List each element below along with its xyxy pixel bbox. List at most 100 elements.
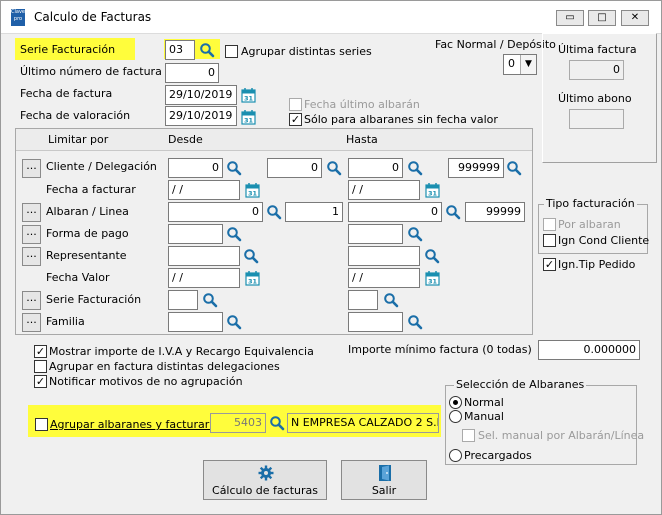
albaran-ellipsis-button[interactable]: ... (22, 203, 41, 222)
familia-label: Familia (46, 315, 85, 328)
linea-hasta-input[interactable]: 99999 (465, 202, 525, 222)
fecha-valoracion-calendar-icon[interactable] (241, 109, 256, 125)
representante-hasta-search-icon[interactable] (424, 248, 440, 264)
sel-manual-label: Sel. manual por Albarán/Línea (478, 429, 645, 442)
notificar-motivos-checkbox[interactable]: ✓ (34, 375, 47, 388)
window-title: Calculo de Facturas (34, 10, 152, 24)
notificar-motivos-label: Notificar motivos de no agrupación (49, 375, 243, 388)
agrupar-delegaciones-checkbox[interactable] (34, 360, 47, 373)
fecha-ultimo-albaran-checkbox[interactable] (289, 98, 302, 111)
cliente-desde-input[interactable]: 0 (168, 158, 223, 178)
fecha-facturar-hasta-calendar-icon[interactable] (425, 182, 440, 198)
fecha-factura-calendar-icon[interactable] (241, 87, 256, 103)
representante-ellipsis-button[interactable]: ... (22, 247, 41, 266)
serie-desde-input[interactable] (168, 290, 198, 310)
fecha-facturar-hasta-input[interactable]: / / (348, 180, 420, 200)
cliente-desde-search-icon[interactable] (226, 160, 242, 176)
salir-label: Salir (371, 484, 397, 497)
fecha-valor-desde-calendar-icon[interactable] (245, 270, 260, 286)
cliente-hasta-delegacion-search-icon[interactable] (506, 160, 522, 176)
ultimo-numero-input[interactable]: 0 (165, 63, 219, 83)
solo-albaranes-checkbox[interactable]: ✓ (289, 113, 302, 126)
serie-ellipsis-button[interactable]: ... (22, 291, 41, 310)
solo-albaranes-label: Sólo para albaranes sin fecha valor (304, 113, 498, 126)
cliente-desde-delegacion-input[interactable]: 0 (267, 158, 322, 178)
fecha-facturar-desde-input[interactable]: / / (168, 180, 240, 200)
serie-desde-search-icon[interactable] (202, 292, 218, 308)
albaran-hasta-search-icon[interactable] (445, 204, 461, 220)
fecha-facturar-desde-calendar-icon[interactable] (245, 182, 260, 198)
linea-desde-input[interactable]: 1 (285, 202, 343, 222)
fecha-factura-input[interactable]: 29/10/2019 (165, 85, 237, 105)
importe-minimo-label: Importe mínimo factura (0 todas) (348, 343, 532, 356)
fecha-valoracion-input[interactable]: 29/10/2019 (165, 106, 237, 126)
fecha-valoracion-label: Fecha de valoración (20, 109, 131, 122)
ultima-factura-label: Última factura (558, 43, 637, 56)
fecha-facturar-label: Fecha a facturar (46, 183, 136, 196)
agrupar-search-icon[interactable] (269, 415, 285, 431)
forma-pago-hasta-search-icon[interactable] (407, 226, 423, 242)
limits-serie-label: Serie Facturación (46, 293, 142, 306)
cliente-hasta-input[interactable]: 0 (348, 158, 403, 178)
fac-normal-deposito-label: Fac Normal / Depósito (435, 38, 556, 51)
representante-label: Representante (46, 249, 127, 262)
albaran-desde-input[interactable]: 0 (168, 202, 263, 222)
serie-hasta-search-icon[interactable] (383, 292, 399, 308)
familia-ellipsis-button[interactable]: ... (22, 313, 41, 332)
salir-button[interactable]: Salir (341, 460, 427, 500)
forma-pago-ellipsis-button[interactable]: ... (22, 225, 41, 244)
mostrar-iva-checkbox[interactable]: ✓ (34, 345, 47, 358)
precargados-radio[interactable] (449, 449, 462, 462)
ign-tip-pedido-checkbox[interactable]: ✓ (543, 258, 556, 271)
sel-manual-checkbox[interactable] (462, 429, 475, 442)
por-albaran-checkbox[interactable] (543, 218, 556, 231)
serie-search-icon[interactable] (199, 42, 215, 58)
cliente-hasta-search-icon[interactable] (407, 160, 423, 176)
cliente-desde-delegacion-search-icon[interactable] (326, 160, 342, 176)
cliente-ellipsis-button[interactable]: ... (22, 159, 41, 178)
fecha-valor-desde-input[interactable]: / / (168, 268, 240, 288)
albaran-label: Albaran / Linea (46, 205, 129, 218)
albaran-desde-search-icon[interactable] (266, 204, 282, 220)
precargados-label: Precargados (464, 449, 532, 462)
familia-desde-input[interactable] (168, 312, 223, 332)
manual-radio[interactable] (449, 410, 462, 423)
calculo-facturas-window: Clave pro Calculo de Facturas ▭ □ ✕ Seri… (0, 0, 662, 515)
col-desde: Desde (168, 133, 203, 146)
fac-normal-select[interactable]: 0 ▼ (503, 54, 537, 75)
chevron-down-icon[interactable]: ▼ (520, 55, 536, 74)
forma-pago-desde-input[interactable] (168, 224, 223, 244)
ultima-factura-value: 0 (569, 60, 624, 80)
serie-facturacion-label: Serie Facturación (20, 43, 116, 56)
representante-hasta-input[interactable] (348, 246, 420, 266)
fecha-valor-hasta-input[interactable]: / / (348, 268, 420, 288)
close-button[interactable]: ✕ (621, 10, 649, 26)
serie-facturacion-input[interactable]: 03 (165, 40, 195, 60)
agrupar-empresa-field: N EMPRESA CALZADO 2 S.L. (287, 413, 439, 433)
maximize-button[interactable]: □ (588, 10, 616, 26)
familia-hasta-input[interactable] (348, 312, 403, 332)
normal-radio[interactable] (449, 396, 462, 409)
fecha-valor-hasta-calendar-icon[interactable] (425, 270, 440, 286)
ign-tip-pedido-label: Ign.Tip Pedido (558, 258, 636, 271)
familia-desde-search-icon[interactable] (226, 314, 242, 330)
fac-normal-value: 0 (508, 57, 515, 70)
agrupar-code-input[interactable]: 5403 (210, 413, 266, 433)
importe-minimo-input[interactable]: 0.000000 (538, 340, 640, 360)
representante-desde-search-icon[interactable] (243, 248, 259, 264)
cliente-hasta-delegacion-input[interactable]: 999999 (448, 158, 504, 178)
tipo-facturacion-title: Tipo facturación (544, 197, 637, 210)
agrupar-series-checkbox[interactable] (225, 45, 238, 58)
representante-desde-input[interactable] (168, 246, 240, 266)
fecha-valor-label: Fecha Valor (46, 271, 110, 284)
minimize-button[interactable]: ▭ (556, 10, 584, 26)
forma-pago-desde-search-icon[interactable] (226, 226, 242, 242)
agrupar-albaranes-label: Agrupar albaranes y facturar a (50, 418, 220, 431)
ign-cond-cliente-checkbox[interactable] (543, 234, 556, 247)
serie-hasta-input[interactable] (348, 290, 378, 310)
forma-pago-hasta-input[interactable] (348, 224, 403, 244)
calculo-facturas-button[interactable]: Cálculo de facturas (203, 460, 327, 500)
agrupar-albaranes-checkbox[interactable] (35, 418, 48, 431)
familia-hasta-search-icon[interactable] (407, 314, 423, 330)
albaran-hasta-input[interactable]: 0 (348, 202, 442, 222)
